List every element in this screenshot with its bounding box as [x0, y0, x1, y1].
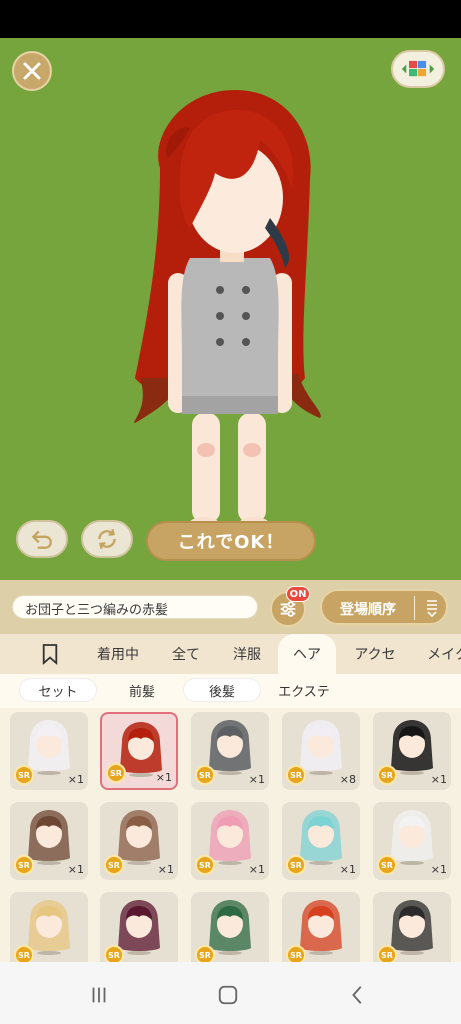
rarity-badge: SR [377, 945, 397, 962]
back-button[interactable] [343, 980, 373, 1010]
hair-thumbnail [118, 810, 160, 865]
category-tabs: 着用中 全て 洋服 ヘア アクセ メイク [0, 634, 461, 674]
avatar-figure [134, 90, 321, 544]
rarity-badge: SR [14, 855, 34, 875]
color-layout-button[interactable] [391, 50, 445, 88]
item-count: ×8 [339, 773, 356, 786]
sort-order-icon[interactable] [424, 599, 440, 617]
hair-subtabs: セット 前髪 後髪 エクステ [0, 674, 461, 708]
confirm-ok-button[interactable]: これでOK！ [146, 521, 316, 561]
hair-item-card[interactable]: SR ×1 [191, 802, 269, 880]
item-count: ×1 [155, 771, 172, 784]
tab-all[interactable]: 全て [162, 634, 210, 674]
hair-thumbnail [391, 720, 433, 775]
tab-clothes[interactable]: 洋服 [222, 634, 272, 674]
item-count: ×1 [67, 863, 84, 876]
rarity-badge: SR [14, 765, 34, 785]
rarity-badge: SR [286, 945, 306, 962]
hair-thumbnail [28, 900, 70, 955]
recent-apps-button[interactable] [84, 980, 114, 1010]
rarity-badge: SR [286, 765, 306, 785]
back-icon [352, 986, 362, 1004]
sort-label: 登場順序 [340, 602, 396, 618]
subtab-back-hair[interactable]: 後髪 [184, 679, 260, 701]
tab-bookmark[interactable] [30, 634, 70, 674]
rarity-badge: SR [104, 855, 124, 875]
hair-thumbnail [300, 810, 342, 865]
rarity-badge: SR [195, 945, 215, 962]
subtab-extensions[interactable]: エクステ [268, 679, 340, 701]
hair-item-card[interactable]: SR ×1 [282, 802, 360, 880]
undo-icon [31, 530, 52, 549]
close-button[interactable] [12, 51, 52, 91]
avatar-stage: これでOK！ [0, 38, 461, 580]
item-count: ×1 [248, 863, 265, 876]
hair-item-card[interactable]: SR ×1 [10, 802, 88, 880]
system-nav-bar [0, 962, 461, 1024]
refresh-icon [98, 528, 116, 550]
wardrobe-panel: お団子と三つ編みの赤髪 ON 登場順序 着用中 全て 洋服 ヘア アクセ メイ … [0, 580, 461, 962]
status-bar [0, 0, 461, 38]
home-button[interactable] [213, 980, 243, 1010]
search-row: お団子と三つ編みの赤髪 ON 登場順序 [0, 580, 461, 634]
rarity-badge: SR [286, 855, 306, 875]
hair-item-card[interactable]: SR ×1 [373, 802, 451, 880]
sort-button[interactable]: 登場順序 [320, 589, 448, 625]
hair-item-card[interactable]: SR ×1 [10, 712, 88, 790]
filter-on-badge: ON [286, 586, 310, 602]
hair-item-card[interactable]: SR ×1 [191, 712, 269, 790]
subtab-front-hair[interactable]: 前髪 [112, 679, 172, 701]
rarity-badge: SR [195, 855, 215, 875]
outfit [181, 258, 279, 408]
rarity-badge: SR [195, 765, 215, 785]
tab-accessories[interactable]: アクセ [346, 634, 404, 674]
subtab-set[interactable]: セット [20, 679, 96, 701]
home-icon [218, 985, 238, 1005]
recent-apps-icon [92, 987, 106, 1003]
item-count: ×1 [430, 773, 447, 786]
item-count: ×1 [430, 863, 447, 876]
rarity-badge: SR [14, 945, 34, 962]
rarity-badge: SR [104, 945, 124, 962]
undo-button[interactable] [16, 520, 68, 558]
hair-item-card[interactable]: SR [191, 892, 269, 962]
hair-thumbnail [209, 810, 251, 865]
hair-thumbnail [391, 810, 433, 865]
rarity-badge: SR [377, 765, 397, 785]
hair-thumbnail [300, 900, 342, 955]
item-count: ×1 [248, 773, 265, 786]
hair-thumbnail [28, 720, 70, 775]
close-icon [23, 62, 41, 80]
hair-item-card[interactable]: SR [282, 892, 360, 962]
color-grid-icon [401, 60, 435, 77]
tab-makeup[interactable]: メイク [418, 634, 461, 674]
hair-item-card[interactable]: SR ×8 [282, 712, 360, 790]
refresh-button[interactable] [81, 520, 133, 558]
hair-item-card[interactable]: SR [10, 892, 88, 962]
hair-thumbnail [209, 900, 251, 955]
hair-thumbnail [391, 900, 433, 955]
item-grid: SR ×1 SR ×1 SR ×1 SR ×8 SR ×1 SR ×1 SR ×1 SR ×1 SR ×1 SR ×1… [0, 708, 461, 962]
tab-wearing[interactable]: 着用中 [88, 634, 148, 674]
item-count: ×1 [157, 863, 174, 876]
hair-item-card[interactable]: SR [373, 892, 451, 962]
bookmark-icon [42, 644, 58, 665]
hair-item-card[interactable]: SR [100, 892, 178, 962]
tab-hair[interactable]: ヘア [278, 634, 336, 674]
hair-item-card[interactable]: SR ×1 [100, 712, 178, 790]
rarity-badge: SR [106, 763, 126, 783]
hair-thumbnail [209, 720, 251, 775]
item-name-field[interactable]: お団子と三つ編みの赤髪 [12, 595, 258, 619]
hair-thumbnail [300, 720, 342, 775]
app-root: これでOK！ お団子と三つ編みの赤髪 ON 登場順序 着用中 全て 洋服 ヘア … [0, 0, 461, 1024]
sort-divider [414, 596, 415, 620]
item-count: ×1 [67, 773, 84, 786]
hair-item-card[interactable]: SR ×1 [373, 712, 451, 790]
item-count: ×1 [339, 863, 356, 876]
hair-thumbnail [28, 810, 70, 865]
hair-item-card[interactable]: SR ×1 [100, 802, 178, 880]
hair-thumbnail [118, 900, 160, 955]
rarity-badge: SR [377, 855, 397, 875]
